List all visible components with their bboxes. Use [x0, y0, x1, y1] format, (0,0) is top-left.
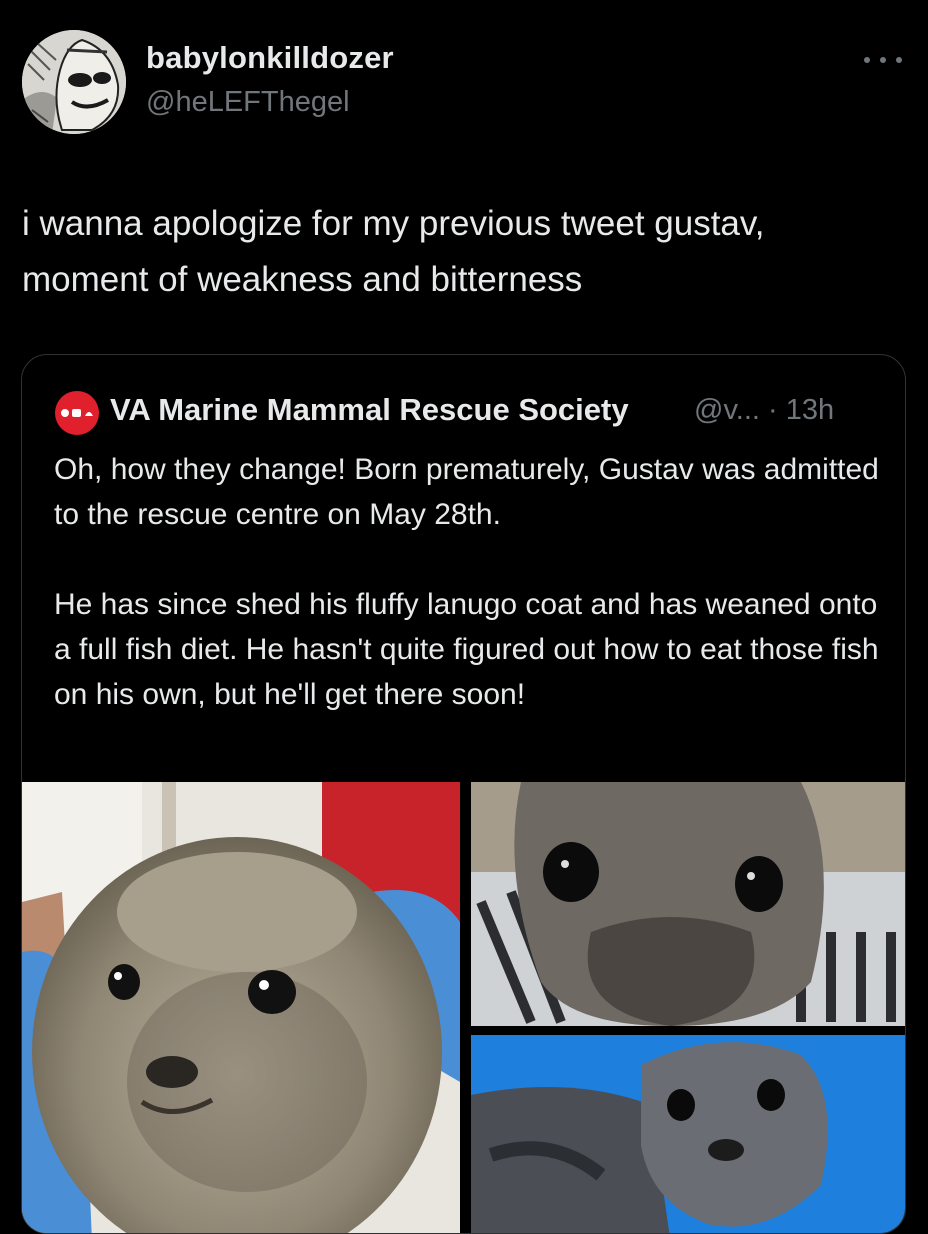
manga-avatar-icon: [22, 30, 126, 134]
tweet: babylonkilldozer @heLEFThegel i wanna ap…: [0, 0, 928, 1234]
media-grid: [22, 782, 905, 1233]
author-handle[interactable]: @heLEFThegel: [146, 86, 350, 119]
quoted-tweet[interactable]: VA Marine Mammal Rescue Society @v... · …: [21, 354, 906, 1234]
author-avatar[interactable]: [22, 30, 126, 134]
quoted-tweet-text: Oh, how they change! Born prematurely, G…: [54, 447, 884, 717]
quoted-author-avatar[interactable]: [55, 391, 99, 435]
quoted-paragraph: Oh, how they change! Born prematurely, G…: [54, 453, 879, 531]
seal-pup-image: [22, 782, 460, 1233]
quoted-paragraph: He has since shed his fluffy lanugo coat…: [54, 588, 879, 711]
quoted-meta: @v... · 13h: [694, 394, 835, 426]
tweet-text: i wanna apologize for my previous tweet …: [22, 204, 765, 299]
seal-on-blue-photo[interactable]: [471, 1035, 905, 1233]
quoted-author-name[interactable]: VA Marine Mammal Rescue Society: [110, 392, 629, 428]
rescue-logo-icon: [61, 409, 93, 417]
seal-pup-photo[interactable]: [22, 782, 460, 1233]
seal-on-blue-image: [471, 1035, 905, 1233]
seal-closeup-photo[interactable]: [471, 782, 905, 1026]
ellipsis-icon: [896, 57, 902, 63]
more-options-button[interactable]: [864, 50, 902, 70]
ellipsis-icon: [864, 57, 870, 63]
ellipsis-icon: [880, 57, 886, 63]
seal-closeup-image: [471, 782, 905, 1026]
author-display-name[interactable]: babylonkilldozer: [146, 40, 394, 76]
